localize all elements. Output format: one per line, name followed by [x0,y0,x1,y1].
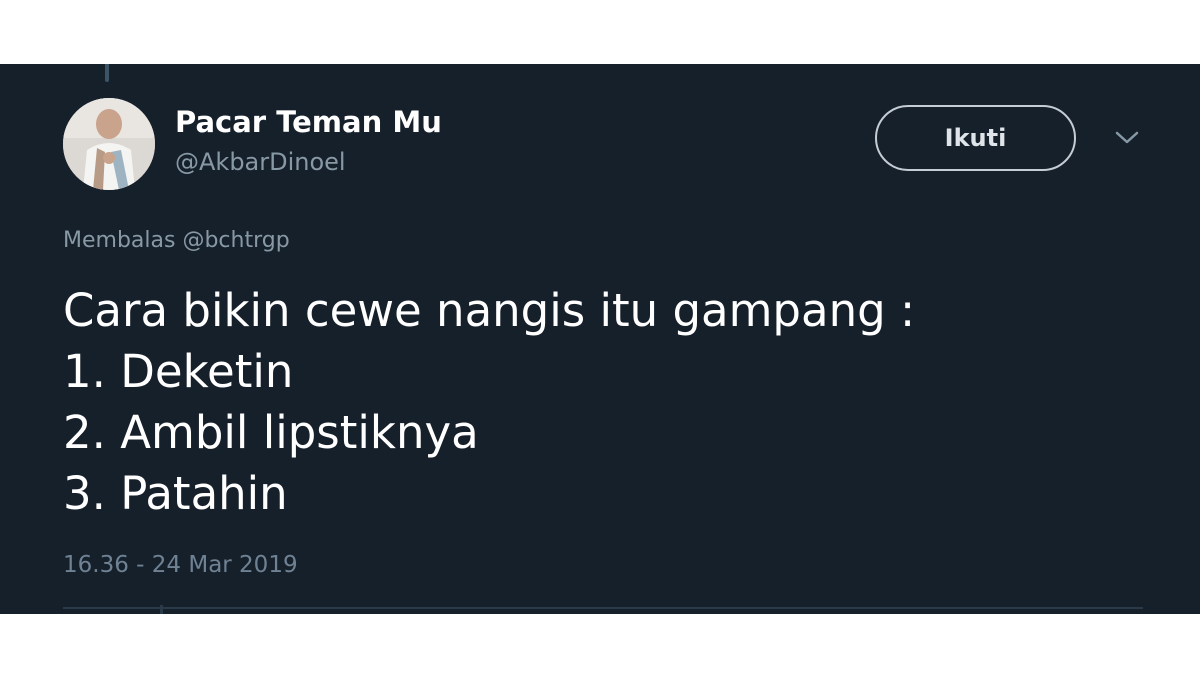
author-display-name[interactable]: Pacar Teman Mu [175,102,442,142]
tweet-card: Pacar Teman Mu @AkbarDinoel Ikuti Membal… [0,64,1200,614]
tweet-text-line: 3. Patahin [63,467,288,520]
follow-button[interactable]: Ikuti [875,105,1076,171]
thread-connector-line [105,64,109,82]
chevron-down-icon[interactable] [1112,128,1142,148]
tweet-timestamp[interactable]: 16.36 - 24 Mar 2019 [63,547,298,583]
tweet-text-line: 1. Deketin [63,345,294,398]
avatar[interactable] [63,98,155,190]
reply-mention-link[interactable]: @bchtrgp [182,228,289,253]
tweet-text-line: 2. Ambil lipstiknya [63,406,479,459]
divider [63,607,1143,609]
reply-context: Membalas @bchtrgp [63,224,290,258]
tweet-text-line: Cara bikin cewe nangis itu gampang : [63,284,916,337]
author-handle[interactable]: @AkbarDinoel [175,144,346,180]
divider-tick [160,605,163,614]
reply-prefix: Membalas [63,228,176,253]
tweet-text: Cara bikin cewe nangis itu gampang : 1. … [63,280,1143,524]
user-photo-avatar-icon [63,98,155,190]
